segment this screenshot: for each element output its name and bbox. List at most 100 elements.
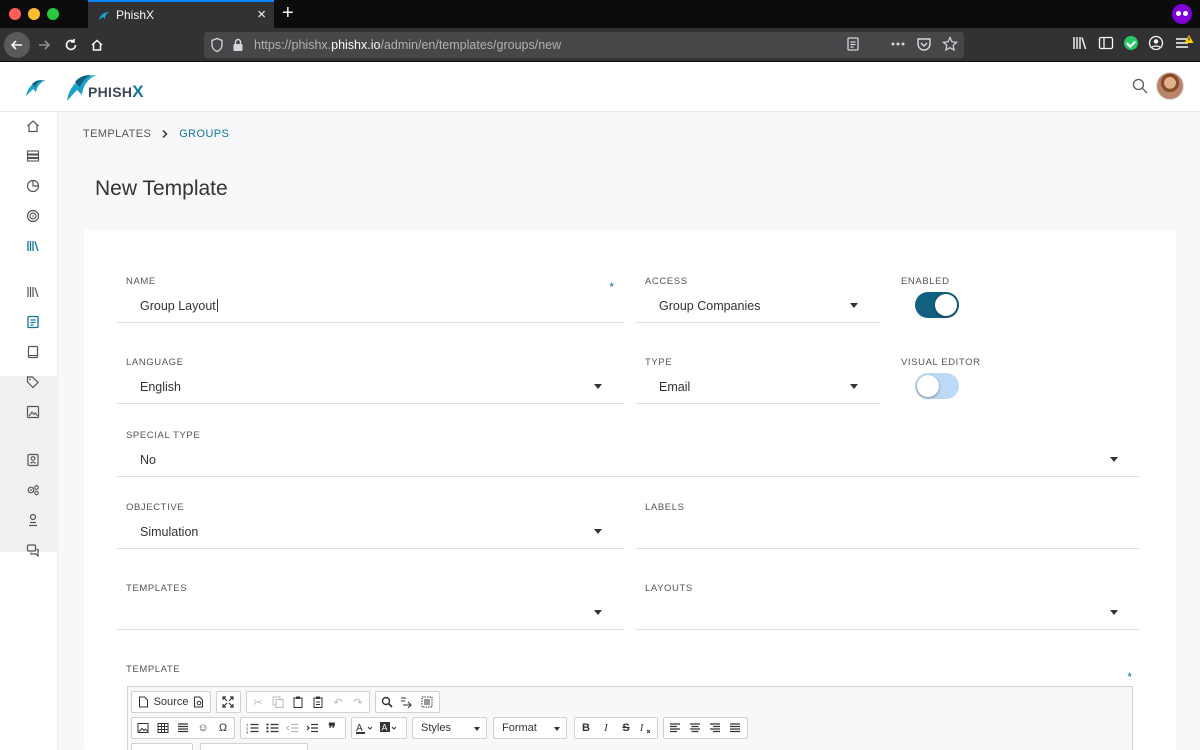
sidebar-item-contacts[interactable] bbox=[25, 452, 41, 468]
templates-select[interactable]: TEMPLATES bbox=[116, 583, 624, 630]
italic-button[interactable]: I bbox=[599, 720, 613, 736]
horizontal-rule-icon[interactable] bbox=[176, 720, 190, 736]
layouts-select[interactable]: LAYOUTS bbox=[635, 583, 1140, 630]
chat-icon bbox=[26, 544, 39, 557]
language-select[interactable]: LANGUAGE English bbox=[116, 357, 624, 404]
menu-warning-icon[interactable] bbox=[1174, 34, 1194, 52]
library-icon[interactable] bbox=[1072, 35, 1088, 51]
window-minimize-button[interactable] bbox=[28, 8, 40, 20]
reload-button[interactable] bbox=[60, 32, 82, 58]
bullet-list-icon[interactable] bbox=[265, 720, 279, 736]
sidebar-item-campaigns[interactable] bbox=[25, 208, 41, 224]
tab-close-icon[interactable]: × bbox=[257, 6, 266, 24]
enabled-toggle[interactable] bbox=[915, 292, 959, 318]
sidebar-item-templates[interactable] bbox=[25, 314, 41, 330]
align-right-icon[interactable] bbox=[708, 720, 722, 736]
forward-button[interactable] bbox=[34, 32, 54, 58]
sidebar-item-library[interactable] bbox=[25, 238, 41, 254]
window-zoom-button[interactable] bbox=[47, 8, 59, 20]
copy-icon[interactable] bbox=[271, 694, 285, 710]
sidebar-item-dashboard[interactable] bbox=[25, 148, 41, 164]
format-dropdown[interactable]: Format bbox=[493, 717, 567, 739]
home-button[interactable] bbox=[86, 32, 108, 58]
bold-button[interactable]: B bbox=[579, 720, 593, 736]
styles-dropdown[interactable]: Styles bbox=[412, 717, 487, 739]
find-icon[interactable] bbox=[380, 694, 394, 710]
maximize-icon[interactable] bbox=[221, 694, 235, 710]
redo-icon[interactable]: ↷ bbox=[351, 694, 365, 710]
url-path: /admin/en/templates/groups/new bbox=[380, 38, 562, 52]
toggle-knob bbox=[917, 375, 939, 397]
row3-group-2 bbox=[200, 743, 308, 750]
cut-icon[interactable]: ✂ bbox=[251, 694, 265, 710]
special-char-icon[interactable]: Ω bbox=[216, 720, 230, 736]
breadcrumb-groups[interactable]: GROUPS bbox=[179, 128, 229, 140]
strikethrough-button[interactable]: S bbox=[619, 720, 633, 736]
phishx-logo-icon[interactable] bbox=[24, 76, 48, 98]
align-center-icon[interactable] bbox=[688, 720, 702, 736]
sidebar-item-pages[interactable] bbox=[25, 344, 41, 360]
paste-icon[interactable] bbox=[291, 694, 305, 710]
table-icon[interactable] bbox=[156, 720, 170, 736]
sidebar-item-messages[interactable] bbox=[25, 542, 41, 558]
visual-editor-toggle[interactable] bbox=[915, 373, 959, 399]
undo-icon[interactable]: ↶ bbox=[331, 694, 345, 710]
bookmark-star-icon[interactable] bbox=[942, 36, 958, 52]
preview-icon[interactable] bbox=[192, 694, 206, 710]
objective-select[interactable]: OBJECTIVE Simulation bbox=[116, 502, 624, 549]
sidebar-item-reports[interactable] bbox=[25, 178, 41, 194]
extension-check-icon[interactable] bbox=[1124, 36, 1138, 50]
search-icon[interactable] bbox=[1132, 78, 1148, 94]
pocket-icon[interactable] bbox=[916, 36, 932, 52]
caret-down-icon bbox=[594, 529, 602, 534]
sidebar-item-users[interactable] bbox=[25, 512, 41, 528]
replace-icon[interactable] bbox=[400, 694, 414, 710]
language-label: LANGUAGE bbox=[126, 357, 184, 368]
visual-editor-field: VISUAL EDITOR bbox=[891, 357, 1131, 404]
account-icon[interactable] bbox=[1148, 35, 1164, 51]
sidebar-item-home[interactable] bbox=[25, 118, 41, 134]
address-bar[interactable]: https://phishx.phishx.io/admin/en/templa… bbox=[204, 32, 964, 58]
labels-input[interactable]: LABELS bbox=[635, 502, 1140, 549]
labels-underline bbox=[635, 548, 1140, 549]
text-color-icon[interactable]: A bbox=[356, 720, 374, 736]
numbered-list-icon[interactable]: 123 bbox=[245, 720, 259, 736]
access-select[interactable]: ACCESS Group Companies bbox=[635, 276, 880, 323]
source-button[interactable]: Source bbox=[154, 694, 189, 710]
type-select[interactable]: TYPE Email bbox=[635, 357, 880, 404]
remove-format-icon[interactable]: I bbox=[639, 720, 653, 736]
window-close-button[interactable] bbox=[9, 8, 21, 20]
sidebar-item-tags[interactable] bbox=[25, 374, 41, 390]
browser-tab[interactable]: PhishX × bbox=[88, 0, 274, 28]
image-insert-icon[interactable] bbox=[136, 720, 150, 736]
align-justify-icon[interactable] bbox=[728, 720, 742, 736]
breadcrumb-templates[interactable]: TEMPLATES bbox=[83, 128, 151, 140]
blockquote-icon[interactable]: ❞ bbox=[325, 720, 339, 736]
pie-chart-icon bbox=[26, 179, 40, 193]
sidebar-toggle-icon[interactable] bbox=[1098, 35, 1114, 51]
tag-icon bbox=[26, 376, 39, 389]
back-button[interactable] bbox=[4, 32, 30, 58]
smiley-icon[interactable]: ☺ bbox=[196, 720, 210, 736]
reader-view-icon[interactable] bbox=[846, 36, 860, 52]
name-field[interactable]: NAME * Group Layout bbox=[116, 276, 624, 323]
sidebar-item-settings[interactable] bbox=[25, 482, 41, 498]
sidebar-item-library-alt[interactable] bbox=[25, 284, 41, 300]
user-avatar[interactable] bbox=[1156, 72, 1184, 100]
more-actions-icon[interactable] bbox=[890, 36, 906, 52]
background-color-icon[interactable]: A bbox=[380, 720, 398, 736]
user-icon bbox=[29, 513, 37, 527]
indent-icon[interactable] bbox=[305, 720, 319, 736]
paste-text-icon[interactable] bbox=[311, 694, 325, 710]
url-text: https://phishx.phishx.io/admin/en/templa… bbox=[254, 38, 561, 52]
special-type-select[interactable]: SPECIAL TYPE No bbox=[116, 430, 1140, 477]
sidebar-item-media[interactable] bbox=[25, 404, 41, 420]
new-tab-button[interactable]: + bbox=[282, 2, 294, 24]
rich-text-editor[interactable]: Source ✂ ↶ ↷ ☺ Ω 1 2 3 ❞ A A Styles Form… bbox=[127, 686, 1133, 750]
tracking-shield-icon[interactable] bbox=[210, 37, 224, 53]
name-input[interactable]: Group Layout bbox=[140, 299, 218, 313]
select-all-icon[interactable] bbox=[420, 694, 434, 710]
align-left-icon[interactable] bbox=[668, 720, 682, 736]
lock-icon[interactable] bbox=[232, 37, 244, 53]
outdent-icon[interactable] bbox=[285, 720, 299, 736]
